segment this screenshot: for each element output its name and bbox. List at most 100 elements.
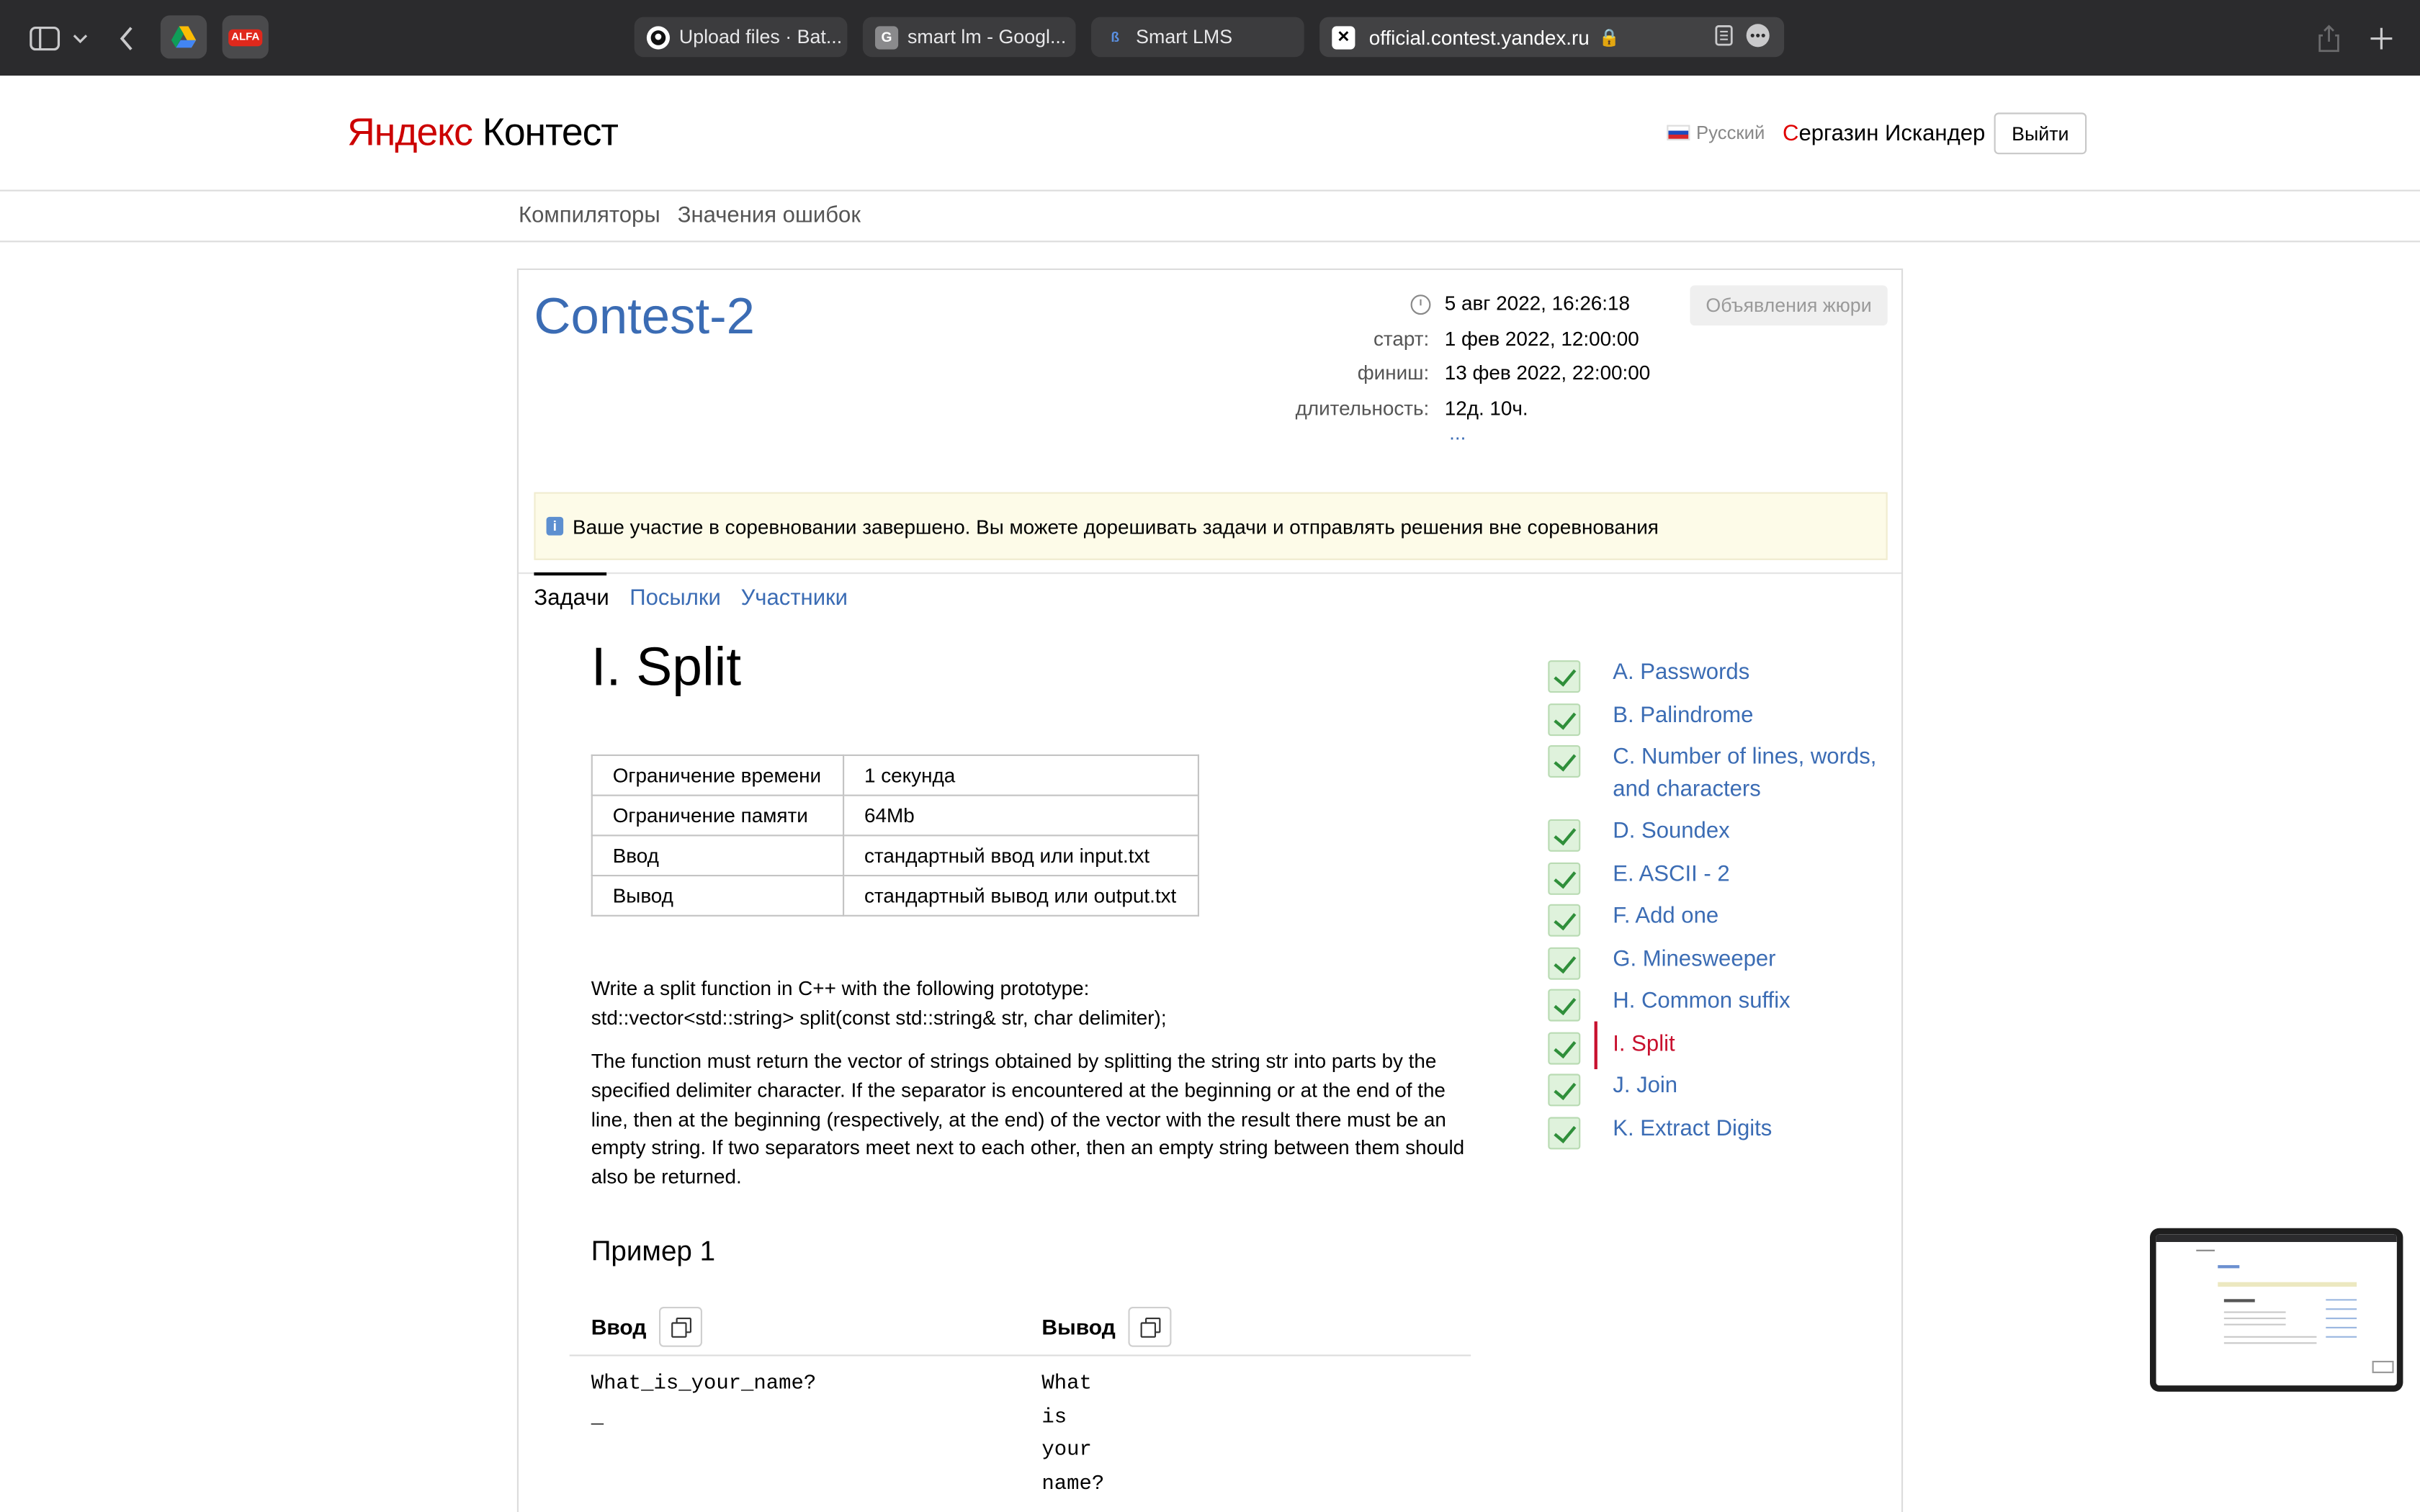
input-label: Ввод: [591, 1314, 647, 1339]
nav-compilers[interactable]: Компиляторы: [519, 204, 660, 228]
thumbnail-line: [2218, 1265, 2240, 1269]
alfa-icon[interactable]: ALFA: [222, 15, 269, 59]
accepted-check-icon: [1548, 745, 1581, 778]
problem-link[interactable]: J. Join: [1613, 1071, 1898, 1102]
share-icon[interactable]: [2315, 17, 2343, 59]
problem-link[interactable]: C. Number of lines, words, and character…: [1613, 742, 1898, 806]
jury-announcements-button[interactable]: Объявления жюри: [1690, 285, 1888, 326]
duration-value: 12д. 10ч.: [1444, 396, 1528, 420]
problem-link[interactable]: B. Palindrome: [1613, 701, 1898, 732]
problem-link[interactable]: A. Passwords: [1613, 657, 1898, 689]
copy-output-button[interactable]: [1127, 1307, 1171, 1347]
problem-link[interactable]: F. Add one: [1613, 901, 1898, 932]
current-time: 5 авг 2022, 16:26:18: [1444, 292, 1631, 315]
copy-input-button[interactable]: [658, 1307, 702, 1347]
sub-navigation: Компиляторы Значения ошибок: [0, 192, 2420, 243]
tab-smart-lm[interactable]: G smart lm - Googl...: [862, 17, 1076, 58]
tab-problems[interactable]: Задачи: [534, 586, 609, 611]
google-drive-icon[interactable]: [160, 15, 207, 59]
problem-title: I. Split: [591, 637, 742, 698]
clock-icon: [1410, 294, 1431, 315]
accepted-check-icon: [1548, 947, 1581, 980]
thumbnail-toolbar: [2156, 1234, 2397, 1242]
thumbnail-line: [2223, 1342, 2317, 1344]
limit-key: Ввод: [591, 834, 845, 877]
statement-line-1: Write a split function in C++ with the f…: [591, 976, 1090, 1000]
tab-submissions[interactable]: Посылки: [629, 586, 721, 611]
nav-error-codes[interactable]: Значения ошибок: [678, 204, 861, 228]
example-input-text: What_is_your_name? _: [591, 1373, 817, 1430]
start-value: 1 фев 2022, 12:00:00: [1444, 327, 1639, 351]
table-row: Вывод стандартный вывод или output.txt: [591, 874, 1199, 917]
more-icon[interactable]: [1742, 20, 1773, 51]
new-tab-icon[interactable]: [2367, 17, 2396, 59]
problem-link[interactable]: I. Split: [1613, 1029, 1898, 1061]
user-name[interactable]: Сергазин Искандер: [1783, 122, 1985, 146]
limit-value: стандартный ввод или input.txt: [842, 834, 1199, 877]
table-row: Ограничение памяти 64Mb: [591, 794, 1199, 837]
example-title: Пример 1: [591, 1236, 716, 1267]
yandex-contest-logo[interactable]: Яндекс Контест: [347, 111, 619, 156]
example-output-header: Вывод: [1041, 1307, 1171, 1347]
reader-icon[interactable]: [1708, 20, 1739, 51]
statement-body: The function must return the vector of s…: [591, 1049, 1465, 1189]
thumbnail-preview: [2156, 1234, 2397, 1386]
limit-key: Ограничение памяти: [591, 794, 845, 837]
logout-button[interactable]: Выйти: [1994, 112, 2087, 155]
alfa-icon-label: ALFA: [228, 28, 263, 46]
tab-upload-files[interactable]: Upload files · Bat...: [634, 17, 848, 58]
participation-notice: i Ваше участие в соревновании завершено.…: [534, 492, 1888, 560]
lms-icon: ß: [1111, 29, 1120, 45]
chevron-down-icon[interactable]: [71, 17, 90, 59]
tab-participants[interactable]: Участники: [741, 586, 848, 611]
example-input-header: Ввод: [591, 1307, 702, 1347]
output-label: Вывод: [1041, 1314, 1116, 1339]
accepted-check-icon: [1548, 904, 1581, 937]
notice-text: Ваше участие в соревновании завершено. В…: [573, 514, 1659, 538]
active-tab-underline: [534, 572, 607, 576]
contest-favicon-icon: ✕: [1332, 25, 1355, 49]
g-icon: G: [875, 25, 899, 49]
thumbnail-line: [2196, 1249, 2215, 1251]
user-rest: ергазин Искандер: [1798, 122, 1986, 147]
language-switch[interactable]: Русский: [1667, 122, 1765, 143]
contest-title[interactable]: Contest-2: [534, 287, 755, 346]
tab-label: Smart LMS: [1136, 26, 1233, 48]
thumbnail-line: [2223, 1323, 2286, 1326]
thumbnail-line: [2218, 1282, 2357, 1287]
contest-card: Contest-2 5 авг 2022, 16:26:18 старт: 1 …: [516, 268, 1904, 1512]
limit-key: Ограничение времени: [591, 754, 845, 796]
info-icon: i: [546, 516, 564, 536]
more-link[interactable]: ...: [1449, 421, 1466, 444]
browser-toolbar: ALFA Upload files · Bat... G smart lm - …: [0, 0, 2420, 76]
tab-smart-lms[interactable]: ß Smart LMS: [1091, 17, 1304, 58]
accepted-check-icon: [1548, 862, 1581, 895]
accepted-check-icon: [1548, 1117, 1581, 1150]
problem-link[interactable]: E. ASCII - 2: [1613, 860, 1898, 891]
problem-link[interactable]: G. Minesweeper: [1613, 944, 1898, 976]
site-header: Яндекс Контест Русский Сергазин Искандер…: [0, 76, 2420, 192]
accepted-check-icon: [1548, 703, 1581, 737]
thumbnail-line: [2326, 1318, 2357, 1320]
limit-value: 64Mb: [842, 794, 1199, 837]
problem-link[interactable]: H. Common suffix: [1613, 986, 1898, 1017]
screenshot-thumbnail[interactable]: [2150, 1228, 2403, 1392]
limit-value: 1 секунда: [842, 754, 1199, 796]
accepted-check-icon: [1548, 660, 1581, 693]
thumbnail-line: [2326, 1326, 2357, 1328]
statement-prototype: std::vector<std::string> split(const std…: [591, 1006, 1167, 1030]
accepted-check-icon: [1548, 989, 1581, 1022]
sidebar-toggle-icon[interactable]: [28, 17, 62, 59]
logo-rest: Контест: [472, 111, 619, 155]
thumbnail-line: [2326, 1308, 2357, 1310]
finish-value: 13 фев 2022, 22:00:00: [1444, 361, 1651, 384]
problem-link[interactable]: D. Soundex: [1613, 816, 1898, 848]
problem-link[interactable]: K. Extract Digits: [1613, 1114, 1898, 1146]
accepted-check-icon: [1548, 819, 1581, 852]
duration-label: длительность:: [1295, 396, 1430, 420]
thumbnail-line: [2223, 1299, 2255, 1302]
back-icon[interactable]: [115, 17, 139, 59]
thumbnail-line: [2223, 1318, 2286, 1320]
thumbnail-line: [2223, 1336, 2317, 1338]
screen: ALFA Upload files · Bat... G smart lm - …: [0, 0, 2420, 1512]
